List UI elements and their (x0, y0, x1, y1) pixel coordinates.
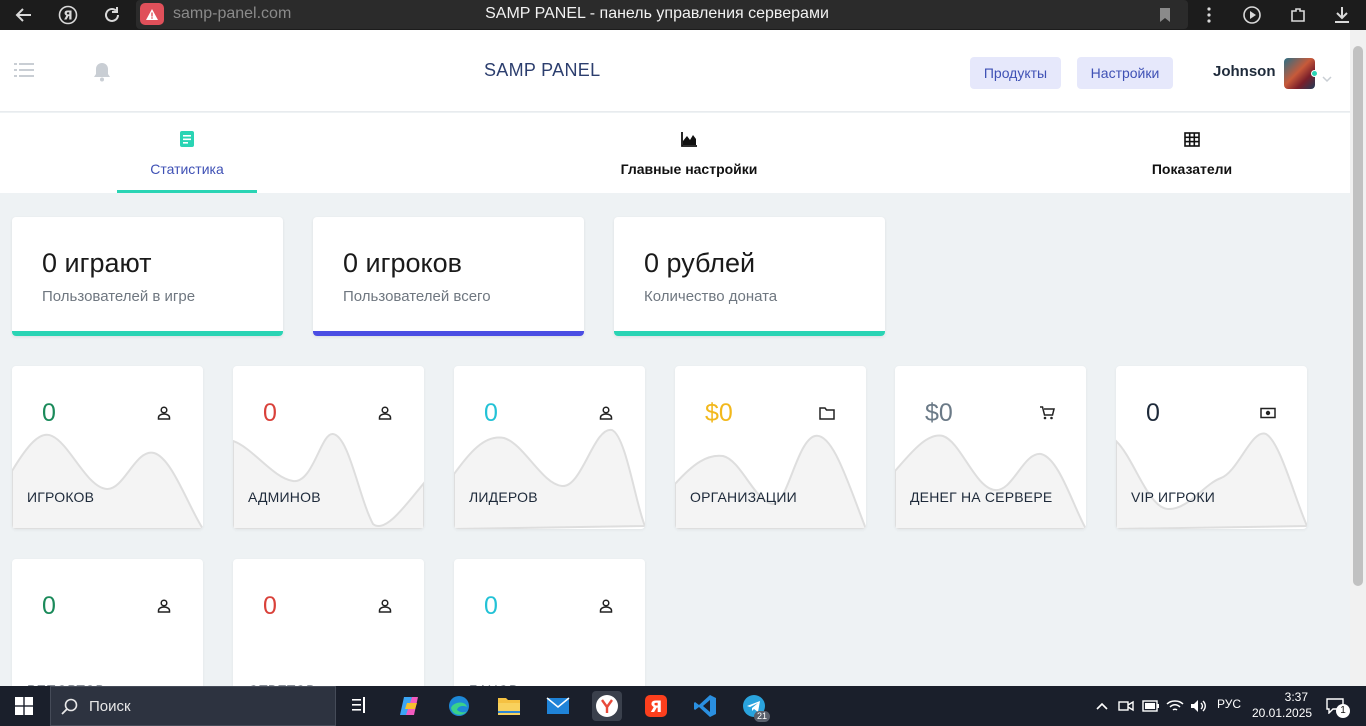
chevron-down-icon[interactable] (1322, 70, 1332, 88)
user-icon (597, 598, 615, 614)
yandex-browser-taskbar-icon[interactable] (592, 691, 622, 721)
stat-value: 0 игроков (343, 248, 462, 278)
download-icon[interactable] (1330, 3, 1354, 27)
yandex-icon[interactable]: Я (641, 691, 671, 721)
notifications-icon[interactable]: 1 (1322, 691, 1350, 721)
document-icon (180, 130, 194, 148)
system-clock[interactable]: 3:37 20.01.2025 (1252, 689, 1313, 721)
stat-card-donate: 0 рублей Количество доната (614, 217, 885, 336)
stat-accent-bar (614, 331, 885, 336)
card-value: 0 (263, 399, 277, 427)
card-value: 0 (1146, 399, 1160, 427)
money-icon (1259, 405, 1277, 421)
tab-label: Статистика (150, 161, 224, 177)
tab-label: Показатели (1151, 161, 1233, 177)
user-icon (597, 405, 615, 421)
user-icon (376, 598, 394, 614)
stat-label: Пользователей всего (343, 288, 491, 305)
task-view-icon[interactable] (345, 691, 375, 721)
tab-indicators[interactable]: Показатели (1132, 113, 1252, 193)
tab-statistics[interactable]: Статистика (117, 113, 257, 193)
file-explorer-icon[interactable] (494, 691, 524, 721)
meet-now-icon[interactable] (1115, 691, 1137, 721)
tab-main-settings[interactable]: Главные настройки (589, 113, 789, 193)
card-label: АДМИНОВ (248, 489, 321, 505)
app-brand: SAMP PANEL (484, 60, 601, 80)
area-chart-icon (681, 130, 697, 148)
card-label: ИГРОКОВ (27, 489, 95, 505)
card-value: $0 (925, 399, 953, 427)
bookmark-icon[interactable] (1153, 3, 1177, 27)
card-label: ДЕНЕГ НА СЕРВЕРЕ (910, 489, 1053, 505)
card-value: 0 (484, 592, 498, 620)
app-header: SAMP PANEL Продукты Настройки Johnson (0, 30, 1350, 112)
clock-time: 3:37 (1284, 690, 1308, 704)
tab-label: Главные настройки (620, 161, 758, 177)
more-vert-icon[interactable] (1197, 3, 1221, 27)
table-grid-icon (1184, 130, 1200, 148)
battery-icon[interactable] (1140, 691, 1162, 721)
card-server-money[interactable]: $0 ДЕНЕГ НА СЕРВЕРЕ (895, 366, 1086, 529)
card-value: 0 (42, 399, 56, 427)
play-video-icon[interactable] (1241, 3, 1265, 27)
stat-card-total: 0 игроков Пользователей всего (313, 217, 584, 336)
extensions-icon[interactable] (1286, 3, 1310, 27)
telegram-icon[interactable]: 21 (739, 691, 771, 722)
input-language[interactable]: РУС (1217, 697, 1241, 711)
windows-start-icon[interactable] (9, 691, 39, 721)
card-value: $0 (705, 399, 733, 427)
user-icon (376, 405, 394, 421)
tab-bar: Статистика Главные настройки Показатели (0, 113, 1350, 193)
stat-accent-bar (12, 331, 283, 336)
stat-card-online: 0 играют Пользователей в игре (12, 217, 283, 336)
settings-button[interactable]: Настройки (1077, 57, 1173, 89)
vscode-icon[interactable] (690, 691, 720, 721)
card-value: 0 (42, 592, 56, 620)
card-players[interactable]: 0 ИГРОКОВ (12, 366, 203, 529)
stat-label: Пользователей в игре (42, 288, 196, 305)
taskbar-search[interactable]: Поиск (50, 686, 336, 726)
menu-list-icon[interactable] (14, 63, 34, 82)
copilot-icon[interactable] (395, 691, 425, 721)
mail-icon[interactable] (543, 691, 573, 721)
scrollbar-thumb[interactable] (1353, 46, 1363, 586)
card-value: 0 (484, 399, 498, 427)
online-status-dot (1311, 70, 1318, 77)
card-admins[interactable]: 0 АДМИНОВ (233, 366, 424, 529)
edge-icon[interactable] (444, 691, 474, 721)
stat-value: 0 играют (42, 248, 152, 278)
search-icon (61, 698, 78, 715)
card-value: 0 (263, 592, 277, 620)
notification-count: 1 (1336, 704, 1350, 718)
card-leaders[interactable]: 0 ЛИДЕРОВ (454, 366, 645, 529)
volume-icon[interactable] (1188, 691, 1210, 721)
products-button[interactable]: Продукты (970, 57, 1061, 89)
card-label: ОРГАНИЗАЦИИ (690, 489, 797, 505)
folder-icon (818, 405, 836, 421)
card-label: ЛИДЕРОВ (469, 489, 538, 505)
svg-text:Я: Я (650, 697, 662, 716)
cart-icon (1038, 405, 1056, 421)
page-title: SAMP PANEL - панель управления серверами (485, 5, 829, 22)
windows-taskbar: Поиск Я 21 РУС 3:37 20.01.2025 1 (0, 686, 1366, 726)
clock-date: 20.01.2025 (1252, 706, 1313, 720)
card-organizations[interactable]: $0 ОРГАНИЗАЦИИ (675, 366, 866, 529)
stat-accent-bar (313, 331, 584, 336)
card-vip[interactable]: 0 VIP ИГРОКИ (1116, 366, 1307, 529)
wifi-icon[interactable] (1164, 691, 1186, 721)
active-tab-indicator (117, 190, 257, 193)
user-icon (155, 598, 173, 614)
browser-bar: Я samp-panel.com SAMP PANEL - панель упр… (0, 0, 1366, 30)
stat-label: Количество доната (644, 288, 778, 305)
bell-icon[interactable] (93, 62, 111, 87)
stat-value: 0 рублей (644, 248, 756, 278)
telegram-badge: 21 (754, 711, 771, 722)
card-label: VIP ИГРОКИ (1131, 489, 1215, 505)
page-scrollbar[interactable] (1350, 30, 1366, 686)
username[interactable]: Johnson (1213, 63, 1276, 80)
chevron-up-icon[interactable] (1090, 691, 1114, 721)
search-label: Поиск (89, 697, 131, 715)
user-icon (155, 405, 173, 421)
